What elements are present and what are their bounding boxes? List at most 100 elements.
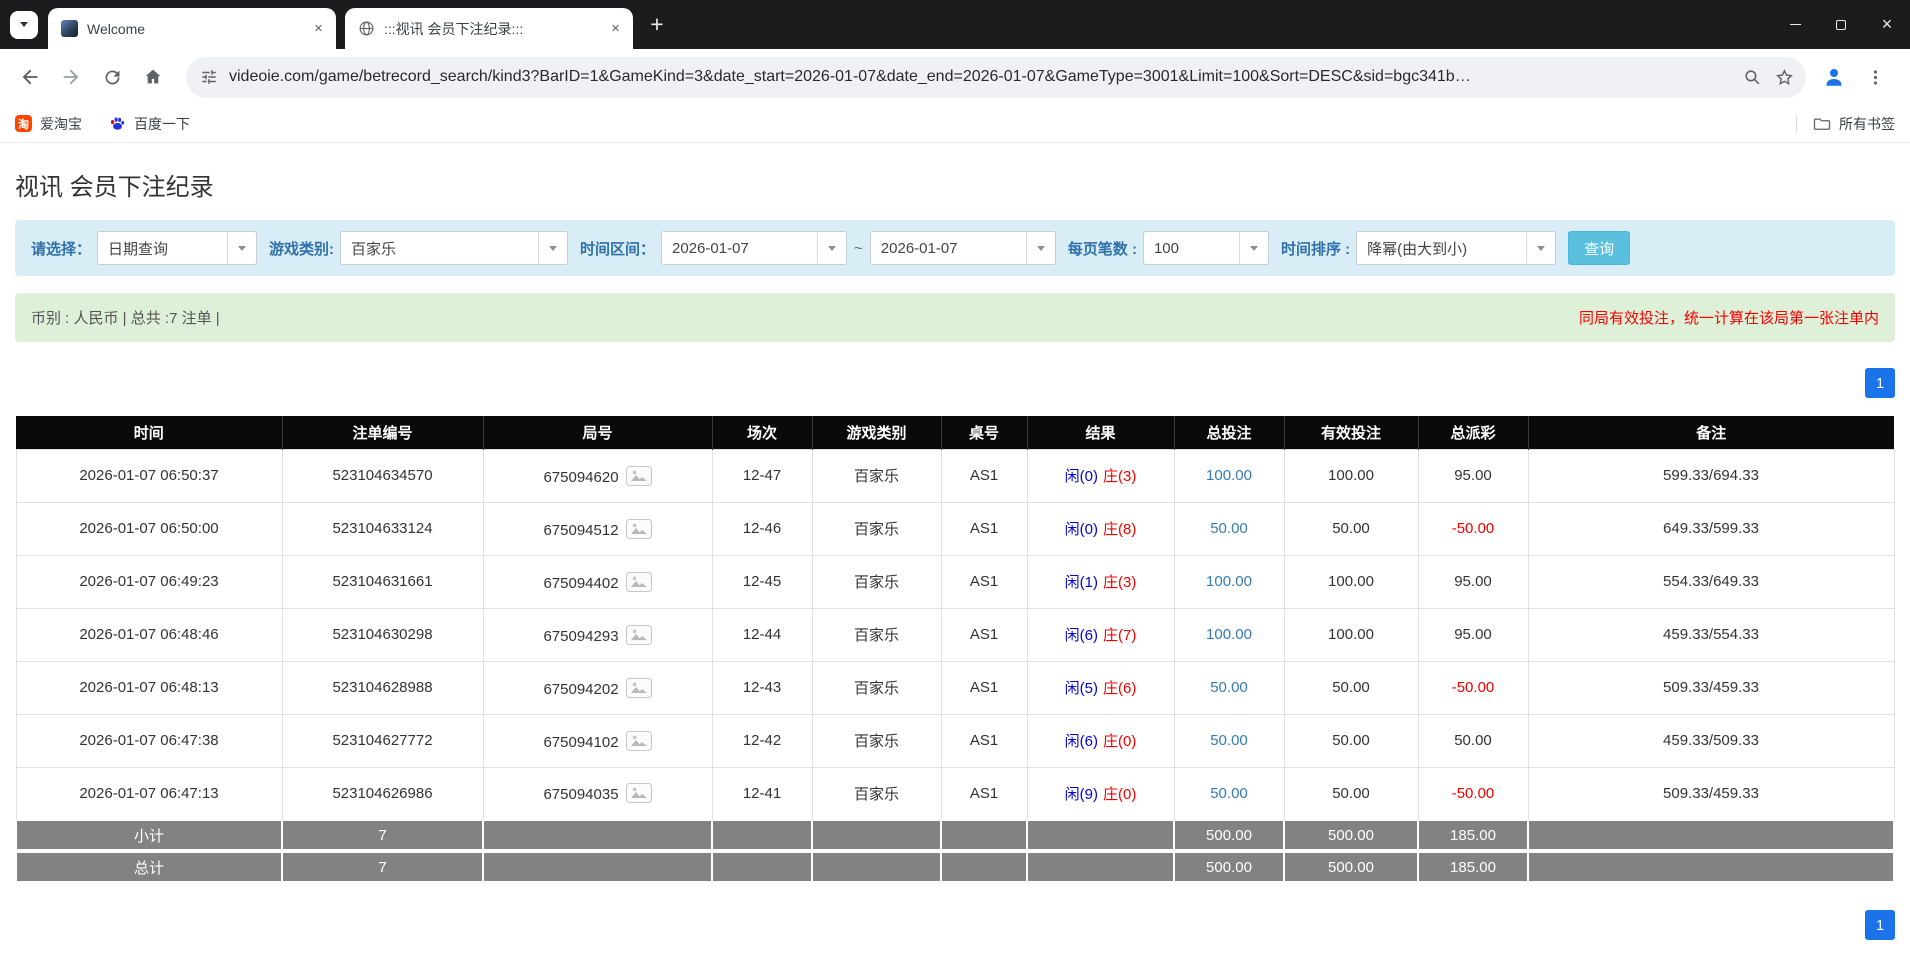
cell-table-no: AS1	[940, 713, 1028, 768]
cell-bet-id: 523104626986	[281, 766, 484, 821]
game-type-select[interactable]: 百家乐	[340, 231, 569, 265]
back-button[interactable]	[12, 59, 48, 95]
per-page-select[interactable]: 100	[1142, 231, 1269, 265]
cell-valid-bet: 50.00	[1283, 501, 1419, 556]
profile-avatar[interactable]	[1816, 59, 1852, 95]
bookmark-baidu[interactable]: 百度一下	[109, 114, 190, 134]
chevron-down-icon[interactable]	[227, 232, 257, 264]
cell-bet-id: 523104628988	[281, 660, 484, 715]
round-video-icon[interactable]	[625, 624, 652, 645]
pagination-page-1[interactable]: 1	[1865, 910, 1895, 940]
close-icon	[1882, 14, 1893, 35]
tab-close-icon[interactable]	[606, 19, 625, 38]
minimize-button[interactable]	[1772, 0, 1818, 49]
tab-welcome[interactable]: Welcome	[48, 8, 336, 49]
sort-select[interactable]: 降幂(由大到小)	[1356, 231, 1557, 265]
cell-payout: -50.00	[1417, 766, 1529, 821]
total-row: 总计 7 500.00 500.00 185.00	[15, 849, 1895, 883]
round-video-icon[interactable]	[625, 783, 652, 804]
total-bet-link[interactable]: 100.00	[1206, 467, 1252, 484]
total-count: 7	[281, 849, 484, 883]
chevron-down-icon[interactable]	[1025, 232, 1055, 264]
subtotal-total-bet: 500.00	[1173, 819, 1285, 852]
cell-note: 509.33/459.33	[1527, 660, 1895, 715]
cell-note: 649.33/599.33	[1527, 501, 1895, 556]
address-bar[interactable]: videoie.com/game/betrecord_search/kind3?…	[186, 56, 1806, 98]
round-video-icon[interactable]	[625, 571, 652, 592]
total-bet-link[interactable]: 50.00	[1210, 732, 1248, 749]
cell-round: 675094512	[482, 501, 713, 556]
cell-result: 闲(5) 庄(6)	[1026, 660, 1175, 715]
chevron-down-icon[interactable]	[1238, 232, 1268, 264]
cell-time: 2026-01-07 06:48:46	[15, 607, 283, 662]
page-title: 视讯 会员下注纪录	[15, 174, 214, 201]
refresh-button[interactable]	[94, 59, 130, 95]
cell-total-bet: 50.00	[1173, 766, 1285, 821]
tab-bet-record[interactable]: :::视讯 会员下注纪录:::	[345, 8, 633, 49]
round-video-icon[interactable]	[625, 518, 652, 539]
table-header: 时间 注单编号 局号 场次 游戏类别 桌号 结果 总投注 有效投注 总派彩 备注	[16, 416, 1894, 449]
window-controls	[1772, 0, 1910, 49]
chevron-down-icon	[20, 22, 28, 27]
round-video-icon[interactable]	[625, 730, 652, 751]
cell-game-type: 百家乐	[811, 713, 942, 768]
bookmark-taobao[interactable]: 爱淘宝	[15, 114, 82, 134]
pagination-page-1[interactable]: 1	[1865, 368, 1895, 398]
round-number: 675094202	[543, 680, 619, 698]
cell-valid-bet: 100.00	[1283, 607, 1419, 662]
folder-icon	[1813, 115, 1831, 133]
total-bet-link[interactable]: 100.00	[1206, 626, 1252, 643]
cell-total-bet: 100.00	[1173, 554, 1285, 609]
result-banker: 庄(3)	[1103, 468, 1137, 485]
tab-close-icon[interactable]	[309, 19, 328, 38]
result-player: 闲(1)	[1064, 574, 1098, 591]
result-banker: 庄(6)	[1103, 680, 1137, 697]
new-tab-icon[interactable]	[642, 10, 672, 40]
total-bet-link[interactable]: 100.00	[1206, 573, 1252, 590]
total-total-bet: 500.00	[1173, 849, 1285, 883]
cell-table-no: AS1	[940, 660, 1028, 715]
bookmark-star-icon[interactable]	[1768, 61, 1800, 93]
date-end-select[interactable]: 2026-01-07	[869, 231, 1056, 265]
cell-game-type: 百家乐	[811, 607, 942, 662]
round-video-icon[interactable]	[625, 465, 652, 486]
bookmark-label: 百度一下	[134, 115, 190, 132]
date-start-select[interactable]: 2026-01-07	[661, 231, 848, 265]
all-bookmarks[interactable]: 所有书签	[1796, 114, 1895, 134]
cell-total-bet: 50.00	[1173, 660, 1285, 715]
tab-search-button[interactable]	[10, 10, 38, 39]
cell-session: 12-46	[711, 501, 813, 556]
cell-session: 12-42	[711, 713, 813, 768]
chevron-down-icon[interactable]	[817, 232, 847, 264]
result-banker: 庄(0)	[1103, 785, 1137, 803]
bet-records-table: 时间 注单编号 局号 场次 游戏类别 桌号 结果 总投注 有效投注 总派彩 备注…	[15, 416, 1895, 883]
chevron-down-icon[interactable]	[538, 232, 568, 264]
cell-session: 12-47	[711, 448, 813, 503]
cell-bet-id: 523104627772	[281, 713, 484, 768]
close-button[interactable]	[1864, 0, 1910, 49]
zoom-icon[interactable]	[1736, 61, 1768, 93]
round-number: 675094512	[543, 521, 619, 539]
total-bet-link[interactable]: 50.00	[1210, 679, 1248, 696]
round-video-icon[interactable]	[625, 677, 652, 698]
chevron-down-icon[interactable]	[1526, 232, 1556, 264]
home-button[interactable]	[135, 59, 171, 95]
cell-table-no: AS1	[940, 766, 1028, 821]
total-bet-link[interactable]: 50.00	[1210, 785, 1248, 802]
game-type-label: 游戏类别:	[269, 240, 335, 258]
cell-round: 675094402	[482, 554, 713, 609]
forward-button[interactable]	[53, 59, 89, 95]
pagination-top: 1	[15, 368, 1895, 398]
cell-result: 闲(6) 庄(7)	[1026, 607, 1175, 662]
header-valid-bet: 有效投注	[1284, 416, 1419, 449]
table-row: 2026-01-07 06:49:23 523104631661 6750944…	[15, 554, 1895, 609]
site-settings-icon[interactable]	[200, 68, 218, 86]
maximize-button[interactable]	[1818, 0, 1864, 49]
query-type-select[interactable]: 日期查询	[97, 231, 258, 265]
table-row: 2026-01-07 06:50:37 523104634570 6750946…	[15, 448, 1895, 503]
search-button[interactable]: 查询	[1568, 231, 1631, 265]
cell-table-no: AS1	[940, 501, 1028, 556]
menu-dots-icon[interactable]	[1857, 59, 1893, 95]
subtotal-label: 小计	[15, 819, 283, 852]
total-bet-link[interactable]: 50.00	[1210, 520, 1248, 537]
